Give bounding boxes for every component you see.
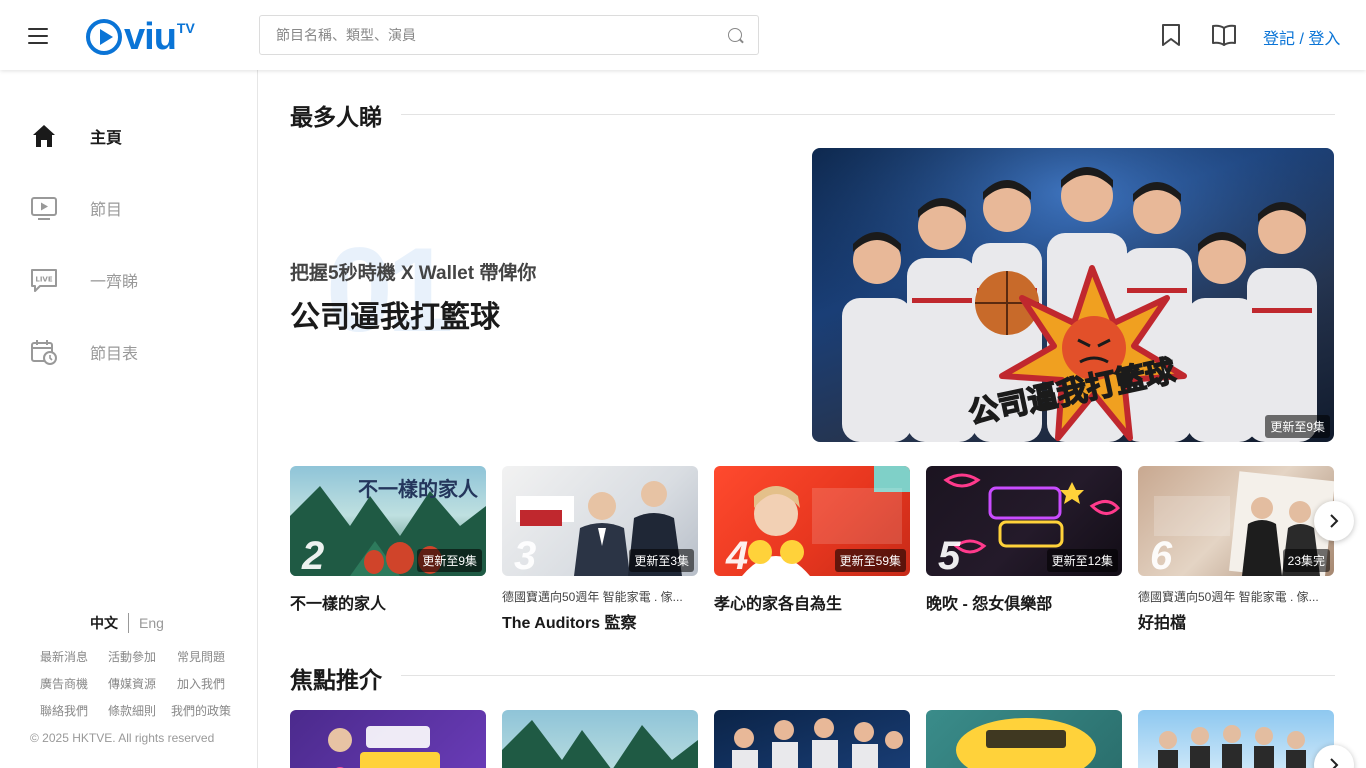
footer-link-policy[interactable]: 我們的政策 <box>166 702 236 719</box>
open-book-icon[interactable] <box>1211 24 1237 46</box>
show-card-rank-5[interactable]: 5 更新至12集 晚吹 - 怨女俱樂部 <box>926 466 1122 614</box>
lang-en-option[interactable]: Eng <box>139 615 164 631</box>
viutv-logo[interactable]: viu TV <box>86 18 195 56</box>
focus-card-4[interactable] <box>926 710 1122 768</box>
sidebar-item-label: 節目表 <box>90 346 139 363</box>
show-title: 好拍檔 <box>1138 615 1187 632</box>
lang-zh-option[interactable]: 中文 <box>90 613 118 633</box>
sidebar-item-label: 節目 <box>90 202 123 219</box>
footer-links: 最新消息 活動參加 常見問題 廣告商機 傳媒資源 加入我們 聯絡我們 條款細則 … <box>30 648 240 719</box>
footer-link-faq[interactable]: 常見問題 <box>166 648 236 665</box>
focus-thumbnail-art <box>328 726 440 768</box>
sidebar-item-home[interactable]: 主頁 <box>30 121 122 151</box>
footer-link-careers[interactable]: 加入我們 <box>166 675 236 692</box>
thumbnail-title-text: 不一樣的家人 <box>358 477 479 501</box>
hamburger-menu-icon[interactable] <box>24 22 52 50</box>
show-thumbnail: 4 更新至59集 <box>714 466 910 576</box>
focus-thumbnail-art <box>732 718 903 768</box>
focus-card-5[interactable] <box>1138 710 1334 768</box>
episode-badge: 更新至3集 <box>629 549 694 572</box>
focus-thumbnail-art <box>502 720 698 768</box>
live-chat-icon: LIVE <box>31 269 57 292</box>
calendar-clock-icon <box>31 340 57 365</box>
section-divider <box>401 675 1335 676</box>
lang-divider <box>128 613 129 633</box>
play-logo-icon <box>86 19 122 55</box>
footer-link-media[interactable]: 傳媒資源 <box>98 675 166 692</box>
featured-title[interactable]: 公司逼我打籃球 <box>290 292 500 336</box>
top-header: viu TV 登記 / 登入 <box>0 0 1366 70</box>
search-box <box>259 15 759 55</box>
show-thumbnail: 不一樣的家人 2 更新至9集 <box>290 466 486 576</box>
show-thumbnail: 6 23集完 <box>1138 466 1334 576</box>
show-card-rank-6[interactable]: 6 23集完 德國寶邁向50週年 智能家電 . 傢... 好拍檔 <box>1138 466 1334 633</box>
chevron-right-icon <box>1330 758 1339 768</box>
rank-number: 2 <box>302 534 325 576</box>
section-title-focus: 焦點推介 <box>290 667 382 693</box>
sidebar-item-schedule[interactable]: 節目表 <box>30 337 138 367</box>
episode-badge: 23集完 <box>1282 549 1330 572</box>
chevron-right-icon <box>1330 514 1339 528</box>
sidebar-item-label: 一齊睇 <box>90 274 139 291</box>
rank-number: 5 <box>938 534 961 576</box>
section-title-most-watched: 最多人睇 <box>290 104 382 130</box>
logo-tv-text: TV <box>176 20 195 36</box>
episode-badge: 更新至9集 <box>417 549 482 572</box>
show-title: 不一樣的家人 <box>290 596 387 613</box>
rank-number: 3 <box>514 534 537 576</box>
main-content: 最多人睇 01 把握5秒時機 X Wallet 帶俾你 公司逼我打籃球 公司逼我… <box>258 70 1366 768</box>
copyright-text: © 2025 HKTVE. All rights reserved <box>30 731 215 745</box>
focus-thumbnail-art <box>1158 725 1306 768</box>
show-title: 晚吹 - 怨女俱樂部 <box>926 596 1053 613</box>
tv-play-icon <box>31 197 57 220</box>
show-title: 孝心的家各自為生 <box>714 596 843 613</box>
login-register-link[interactable]: 登記 / 登入 <box>1263 25 1340 49</box>
sidebar-item-watch-together[interactable]: LIVE 一齊睇 <box>30 265 138 295</box>
sidebar: 主頁 節目 LIVE 一齊睇 節目表 中文 Eng 最新消息 活動參加 常見問題 <box>0 70 258 768</box>
footer-link-terms[interactable]: 條款細則 <box>98 702 166 719</box>
rank-number: 6 <box>1150 534 1173 576</box>
show-thumbnail: 5 更新至12集 <box>926 466 1122 576</box>
focus-thumbnail-art <box>956 718 1096 768</box>
show-title: The Auditors 監察 <box>502 615 637 632</box>
search-input[interactable] <box>260 16 700 54</box>
show-card-rank-3[interactable]: 3 更新至3集 德國寶邁向50週年 智能家電 . 傢... The Audito… <box>502 466 698 633</box>
featured-subtitle[interactable]: 把握5秒時機 X Wallet 帶俾你 <box>290 258 536 285</box>
home-icon <box>33 125 55 147</box>
focus-card-1[interactable] <box>290 710 486 768</box>
footer-link-contact[interactable]: 聯絡我們 <box>30 702 98 719</box>
footer-link-news[interactable]: 最新消息 <box>30 648 98 665</box>
show-card-rank-4[interactable]: 4 更新至59集 孝心的家各自為生 <box>714 466 910 614</box>
search-icon[interactable] <box>728 28 742 42</box>
carousel-next-button[interactable] <box>1314 501 1354 541</box>
show-thumbnail: 3 更新至3集 <box>502 466 698 576</box>
focus-card-2[interactable] <box>502 710 698 768</box>
featured-poster[interactable]: 公司逼我打籃球 更新至9集 <box>812 148 1334 442</box>
language-switch: 中文 Eng <box>90 613 164 633</box>
episode-badge: 更新至12集 <box>1046 549 1118 572</box>
show-card-rank-2[interactable]: 不一樣的家人 2 更新至9集 不一樣的家人 <box>290 466 486 614</box>
focus-card-3[interactable] <box>714 710 910 768</box>
section-divider <box>401 114 1335 115</box>
sidebar-item-programmes[interactable]: 節目 <box>30 193 122 223</box>
rank-number: 4 <box>726 534 749 576</box>
footer-link-events[interactable]: 活動參加 <box>98 648 166 665</box>
footer-link-advertising[interactable]: 廣告商機 <box>30 675 98 692</box>
episode-badge: 更新至9集 <box>1265 415 1330 438</box>
show-description: 德國寶邁向50週年 智能家電 . 傢... <box>502 590 683 604</box>
featured-poster-art: 公司逼我打籃球 <box>812 148 1334 442</box>
logo-text: viu <box>124 16 177 58</box>
sidebar-item-label: 主頁 <box>90 130 123 147</box>
bookmark-icon[interactable] <box>1160 23 1182 47</box>
show-description: 德國寶邁向50週年 智能家電 . 傢... <box>1138 590 1319 604</box>
svg-text:LIVE: LIVE <box>35 276 52 284</box>
episode-badge: 更新至59集 <box>834 549 906 572</box>
